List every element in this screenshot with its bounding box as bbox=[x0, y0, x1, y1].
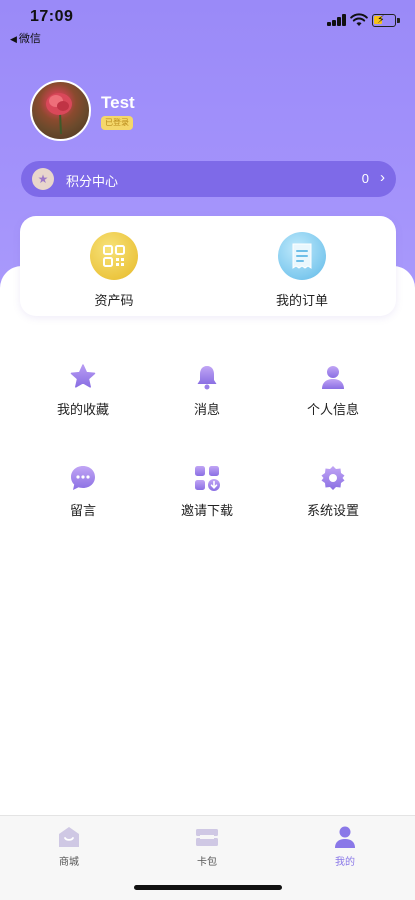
my-favorites-label: 我的收藏 bbox=[56, 402, 109, 417]
points-value: 0 bbox=[361, 171, 369, 186]
quick-access-card: 资产码 我的订单 bbox=[20, 216, 396, 316]
home-indicator[interactable] bbox=[134, 885, 282, 890]
star-icon: ★ bbox=[32, 168, 54, 190]
tab-shop-label: 商城 bbox=[59, 857, 79, 868]
personal-info-button[interactable]: 个人信息 bbox=[264, 363, 402, 423]
points-label: 积分中心 bbox=[66, 174, 119, 189]
chat-bubble-icon bbox=[71, 466, 95, 490]
chevron-right-icon: › bbox=[380, 169, 385, 186]
signal-icon bbox=[327, 14, 347, 26]
gear-icon bbox=[321, 466, 345, 490]
back-arrow-icon: ◀ bbox=[10, 34, 17, 44]
battery-icon: ⚡ bbox=[372, 14, 400, 27]
my-favorites-button[interactable]: 我的收藏 bbox=[14, 363, 152, 423]
status-time: 17:09 bbox=[30, 8, 74, 25]
back-label: 微信 bbox=[18, 33, 41, 45]
asset-code-button[interactable]: 资产码 bbox=[20, 216, 208, 316]
messages-label: 消息 bbox=[193, 402, 220, 417]
tab-shop[interactable]: 商城 bbox=[0, 816, 138, 876]
leave-message-button[interactable]: 留言 bbox=[14, 464, 152, 524]
wifi-icon bbox=[350, 13, 368, 26]
messages-button[interactable]: 消息 bbox=[138, 363, 276, 423]
card-wallet-icon bbox=[196, 829, 218, 846]
rose-image bbox=[46, 93, 72, 135]
receipt-icon bbox=[278, 232, 326, 280]
avatar[interactable] bbox=[30, 80, 91, 141]
asset-code-label: 资产码 bbox=[94, 293, 134, 308]
status-bar: 17:09 ◀ 微信 ⚡ bbox=[0, 0, 415, 48]
star-icon bbox=[70, 364, 96, 388]
points-center-bar[interactable]: ★ 积分中心 0 › bbox=[21, 161, 396, 197]
download-grid-icon bbox=[195, 466, 220, 491]
person-icon bbox=[335, 826, 355, 848]
leave-message-label: 留言 bbox=[69, 503, 96, 518]
my-orders-button[interactable]: 我的订单 bbox=[208, 216, 396, 316]
tab-mine-label: 我的 bbox=[335, 857, 355, 868]
back-to-wechat[interactable]: ◀ 微信 bbox=[10, 30, 41, 46]
my-orders-label: 我的订单 bbox=[275, 293, 328, 308]
tab-card-wallet[interactable]: 卡包 bbox=[138, 816, 276, 876]
tab-mine[interactable]: 我的 bbox=[276, 816, 414, 876]
content-sheet bbox=[0, 266, 415, 826]
shop-icon bbox=[59, 827, 79, 847]
login-status-badge: 已登录 bbox=[101, 116, 133, 130]
tab-card-wallet-label: 卡包 bbox=[197, 857, 217, 868]
system-settings-button[interactable]: 系统设置 bbox=[264, 464, 402, 524]
bell-icon bbox=[197, 366, 217, 390]
personal-info-label: 个人信息 bbox=[306, 402, 359, 417]
invite-download-button[interactable]: 邀请下载 bbox=[138, 464, 276, 524]
invite-download-label: 邀请下载 bbox=[180, 503, 233, 518]
qr-code-icon bbox=[90, 232, 138, 280]
person-icon bbox=[322, 366, 344, 389]
system-settings-label: 系统设置 bbox=[306, 503, 359, 518]
user-name: Test bbox=[101, 93, 135, 112]
